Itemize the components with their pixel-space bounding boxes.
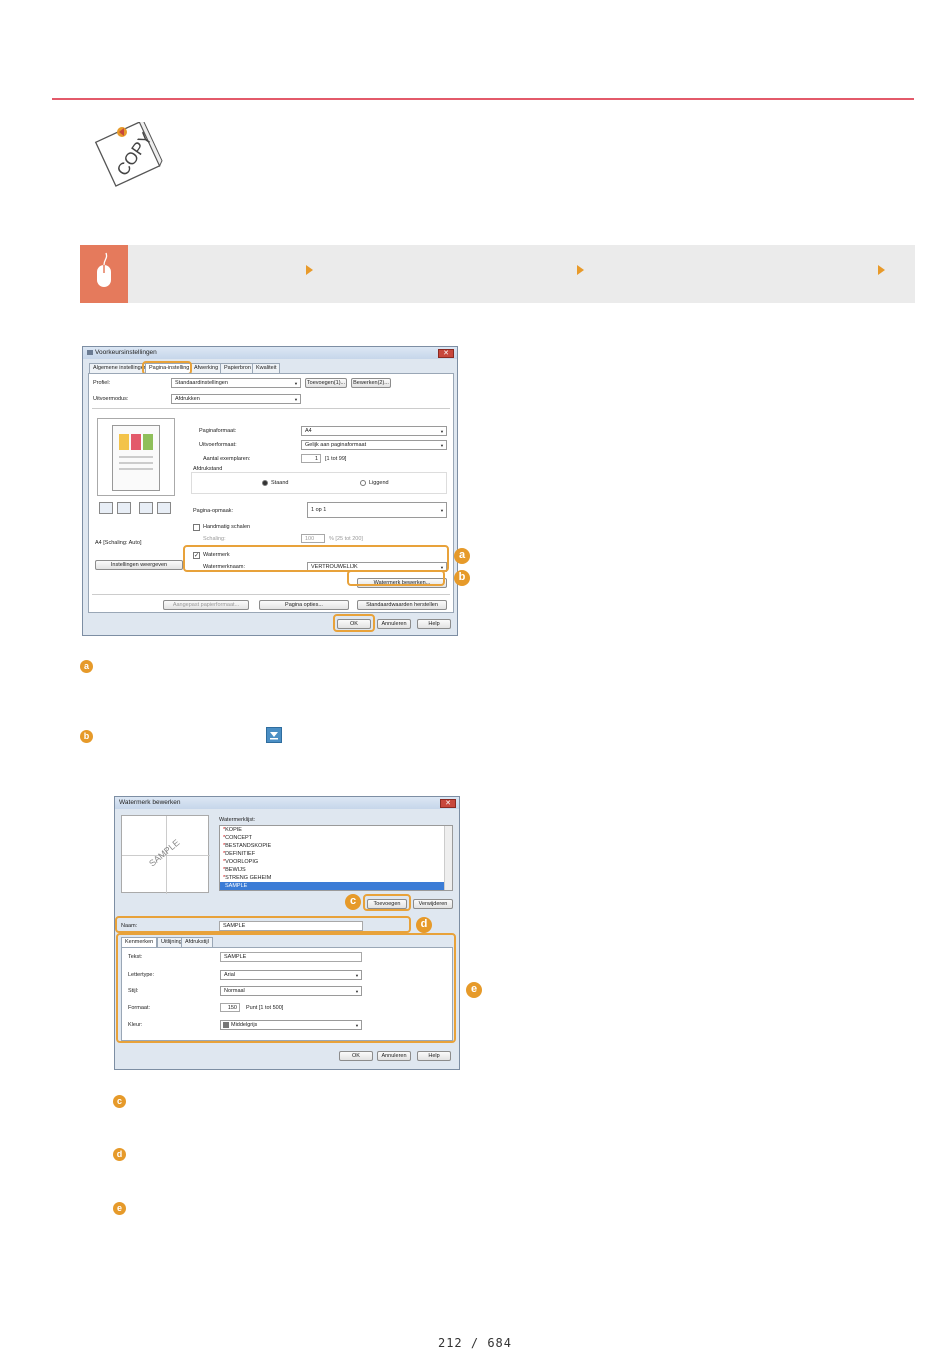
divider — [92, 408, 450, 409]
marker-c: c — [113, 1095, 126, 1108]
add-profile-button[interactable]: Toevoegen(1)... — [305, 378, 347, 388]
layout-icon[interactable] — [139, 502, 153, 514]
marker-b: b — [80, 730, 93, 743]
custom-paper-button[interactable]: Aangepast papierformaat... — [163, 600, 249, 610]
close-icon[interactable]: ✕ — [438, 349, 454, 358]
marker-d: d — [113, 1148, 126, 1161]
edit-watermark-highlight — [347, 570, 445, 586]
dialog-title-text: Voorkeursinstellingen — [95, 349, 157, 356]
copies-label: Aantal exemplaren: — [203, 456, 251, 462]
output-select[interactable]: Afdrukken — [171, 394, 301, 404]
layout-label: Pagina-opmaak: — [193, 508, 234, 514]
preview-block — [143, 434, 153, 450]
scale-input[interactable]: 100 — [301, 534, 325, 543]
paper-size-label: Paginaformaat: — [199, 428, 237, 434]
cancel-button[interactable]: Annuleren — [377, 1051, 411, 1061]
callout-a: a — [454, 548, 470, 564]
output-size-select[interactable]: Gelijk aan paginaformaat — [301, 440, 447, 450]
page-preview — [97, 418, 175, 496]
callout-d: d — [416, 917, 432, 933]
close-icon[interactable]: ✕ — [440, 799, 456, 808]
dropdown-icon[interactable] — [266, 727, 282, 743]
list-item[interactable]: *BESTANDSKOPIE — [220, 842, 452, 850]
dialog-title: Voorkeursinstellingen — [83, 347, 457, 359]
help-button[interactable]: Help — [417, 1051, 451, 1061]
list-item[interactable]: *VOORLOPIG — [220, 858, 452, 866]
properties-highlight — [116, 933, 456, 1043]
preview-page — [112, 425, 160, 491]
name-highlight — [115, 916, 411, 933]
preview-line — [119, 468, 153, 470]
copy-icon: COPY — [94, 122, 163, 187]
step-arrow-2 — [577, 265, 584, 275]
profile-select[interactable]: Standaardinstellingen — [171, 378, 301, 388]
layout-icon[interactable] — [99, 502, 113, 514]
copies-input[interactable]: 1 — [301, 454, 321, 463]
marker-a: a — [80, 660, 93, 673]
landscape-radio[interactable] — [360, 480, 366, 486]
layout-icons — [99, 502, 179, 516]
edit-profile-button[interactable]: Bewerken(2)... — [351, 378, 391, 388]
help-button[interactable]: Help — [417, 619, 451, 629]
marker-e: e — [113, 1202, 126, 1215]
page-number: 212 / 684 — [437, 1336, 513, 1350]
output-label: Uitvoermodus: — [93, 396, 129, 402]
list-item[interactable]: *DEFINITIEF — [220, 850, 452, 858]
layout-icon[interactable] — [117, 502, 131, 514]
cancel-button[interactable]: Annuleren — [377, 619, 411, 629]
list-scrollbar[interactable] — [444, 826, 452, 890]
preview-line — [119, 456, 153, 458]
dialog-title: Watermerk bewerken — [115, 797, 459, 809]
preview-caption: A4 [Schaling: Auto] — [95, 540, 142, 546]
view-settings-button[interactable]: Instellingen weergeven — [95, 560, 183, 570]
orientation-group: Staand Liggend — [191, 472, 447, 494]
preferences-dialog: Voorkeursinstellingen ✕ Algemene instell… — [82, 346, 458, 636]
callout-b: b — [454, 570, 470, 586]
add-highlight — [363, 894, 411, 911]
printer-icon — [87, 349, 93, 355]
scale-label: Schaling: — [203, 536, 226, 542]
tab-quality[interactable]: Kwaliteit — [252, 363, 281, 373]
watermark-list[interactable]: *KOPIE *CONCEPT *BESTANDSKOPIE *DEFINITI… — [219, 825, 453, 891]
copies-range: [1 tot 99] — [325, 456, 347, 462]
top-rule — [52, 98, 914, 100]
preview-block — [131, 434, 141, 450]
mouse-icon — [80, 245, 128, 303]
tab-finishing[interactable]: Afwerking — [190, 363, 223, 373]
profile-label: Profiel: — [93, 380, 111, 386]
step-bar — [80, 245, 915, 303]
divider — [92, 594, 450, 595]
output-size-label: Uitvoerformaat: — [199, 442, 237, 448]
portrait-label: Staand — [271, 480, 289, 486]
preview-block — [119, 434, 129, 450]
list-label: Watermerklijst: — [219, 817, 256, 823]
landscape-label: Liggend — [369, 480, 389, 486]
list-item[interactable]: *STRENG GEHEIM — [220, 874, 452, 882]
page-options-button[interactable]: Pagina opties... — [259, 600, 349, 610]
preview-watermark-text: SAMPLE — [147, 837, 182, 869]
paper-size-select[interactable]: A4 — [301, 426, 447, 436]
watermark-highlight — [183, 545, 449, 572]
layout-icon[interactable] — [157, 502, 171, 514]
watermark-preview: SAMPLE — [121, 815, 210, 894]
manual-scale-checkbox[interactable] — [193, 524, 200, 531]
portrait-radio[interactable] — [262, 480, 268, 486]
callout-c: c — [345, 894, 361, 910]
layout-select[interactable]: 1 op 1 — [307, 502, 447, 518]
callout-e: e — [466, 982, 482, 998]
list-item[interactable]: *CONCEPT — [220, 834, 452, 842]
step-arrow-3 — [878, 265, 885, 275]
list-item[interactable]: *BEWIJS — [220, 866, 452, 874]
tab-paper-source[interactable]: Papierbron — [220, 363, 255, 373]
ok-highlight — [333, 614, 375, 632]
preview-line — [119, 462, 153, 464]
ok-button[interactable]: OK — [339, 1051, 373, 1061]
list-item[interactable]: *KOPIE — [220, 826, 452, 834]
list-item-selected[interactable]: SAMPLE — [220, 882, 444, 890]
remove-watermark-button[interactable]: Verwijderen — [413, 899, 453, 909]
scale-range: % [25 tot 200] — [329, 536, 363, 542]
restore-defaults-button[interactable]: Standaardwaarden herstellen — [357, 600, 447, 610]
manual-scale-label: Handmatig schalen — [203, 524, 251, 530]
step-arrow-1 — [306, 265, 313, 275]
